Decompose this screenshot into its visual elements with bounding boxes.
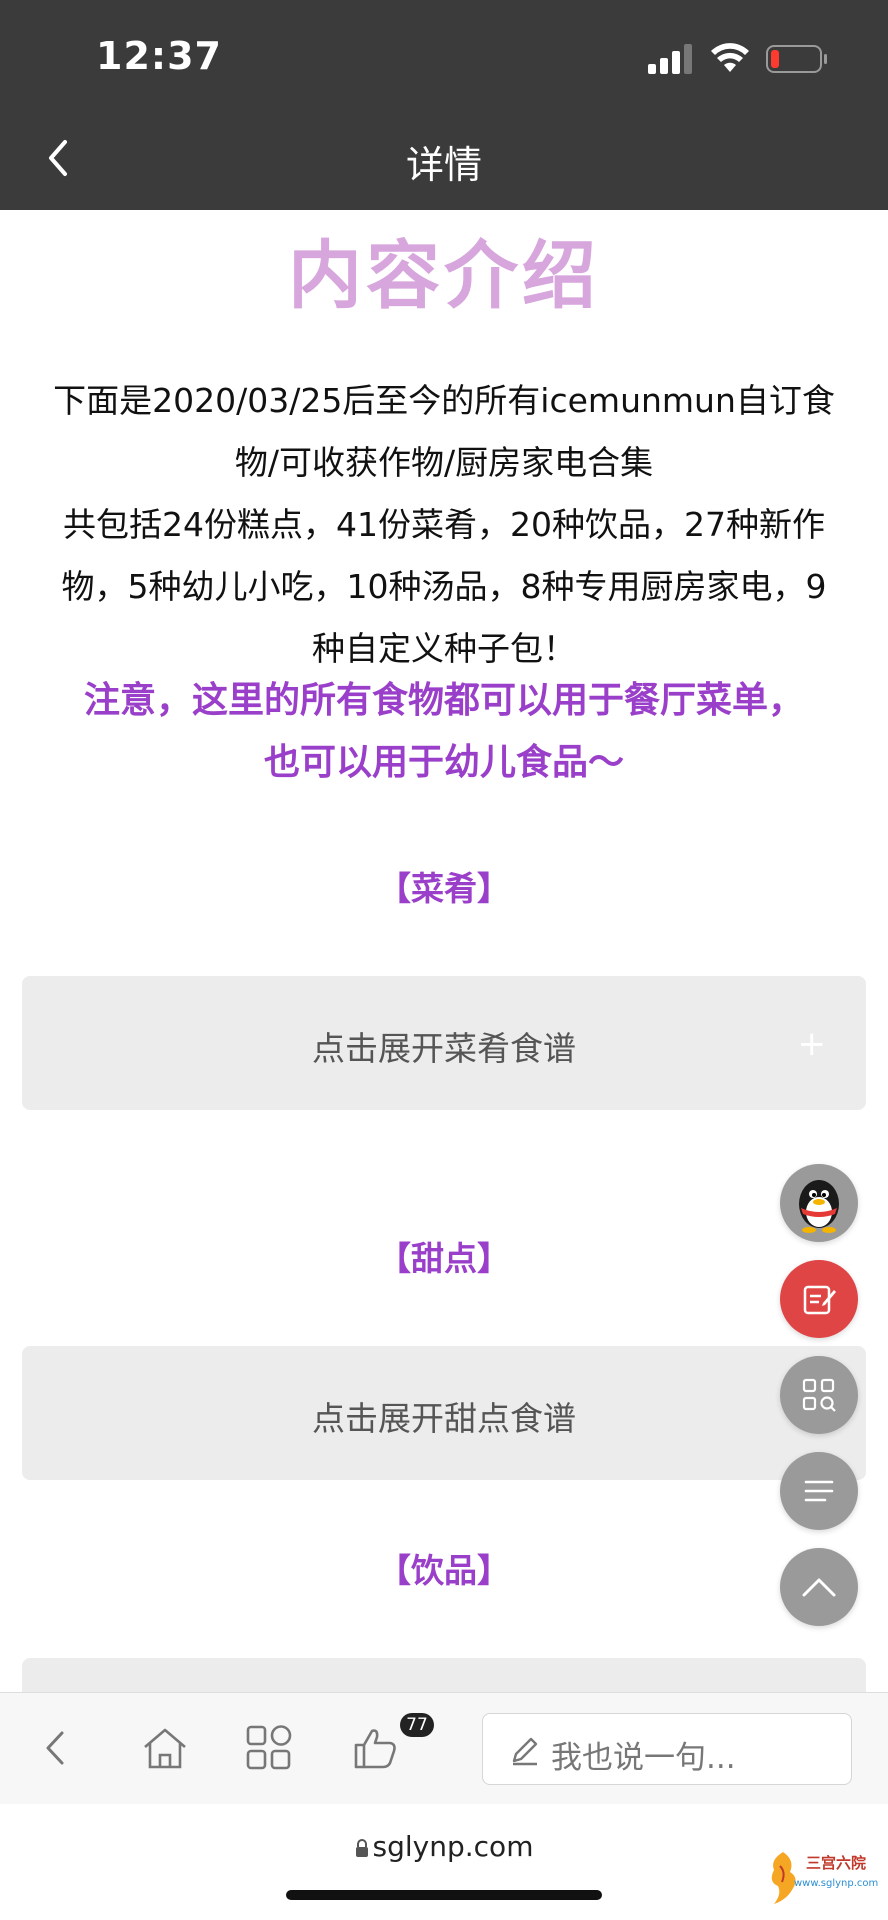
intro-title: 内容介绍 xyxy=(288,233,600,319)
expand-dishes-button[interactable]: 点击展开菜肴食谱 + xyxy=(22,976,866,1110)
section-heading-desserts: 【甜点】 xyxy=(378,1239,510,1278)
intro-line: 下面是2020/03/25后至今的所有icemunmun自订食 xyxy=(53,381,835,420)
comment-input[interactable]: 我也说一句... xyxy=(482,1713,852,1785)
grid-search-icon xyxy=(802,1378,836,1412)
thumbs-up-icon[interactable] xyxy=(352,1723,402,1773)
scroll-top-button[interactable] xyxy=(780,1548,858,1626)
pencil-icon xyxy=(512,1737,538,1766)
plus-icon: + xyxy=(797,1024,827,1064)
note-line: 也可以用于幼儿食品～ xyxy=(263,742,624,783)
wifi-icon xyxy=(711,43,749,72)
qq-penguin-icon xyxy=(799,1180,839,1233)
page-title: 详情 xyxy=(405,143,482,187)
intro-body: 下面是2020/03/25后至今的所有icemunmun自订食 物/可收获作物/… xyxy=(20,370,868,680)
expand-dishes-label: 点击展开菜肴食谱 xyxy=(312,1029,576,1068)
menu-lines-icon xyxy=(804,1480,834,1502)
intro-note: 注意，这里的所有食物都可以用于餐厅菜单， 也可以用于幼儿食品～ xyxy=(20,670,868,794)
intro-line: 共包括24份糕点，41份菜肴，20种饮品，27种新作 xyxy=(63,505,825,544)
like-count-badge: 77 xyxy=(400,1713,434,1737)
expand-drinks-button[interactable] xyxy=(22,1658,866,1692)
home-icon[interactable] xyxy=(140,1723,190,1773)
section-heading-drinks: 【饮品】 xyxy=(378,1551,510,1590)
intro-line: 物/可收获作物/厨房家电合集 xyxy=(234,443,654,482)
apps-grid-icon[interactable] xyxy=(244,1723,294,1773)
comment-placeholder: 我也说一句... xyxy=(551,1740,736,1776)
edit-note-icon xyxy=(803,1285,836,1315)
write-post-button[interactable] xyxy=(780,1260,858,1338)
expand-desserts-label: 点击展开甜点食谱 xyxy=(312,1399,576,1438)
home-indicator xyxy=(286,1890,602,1900)
article-content: 内容介绍 下面是2020/03/25后至今的所有icemunmun自订食 物/可… xyxy=(0,210,888,1692)
watermark-text: 三宫六院 xyxy=(806,1854,867,1872)
site-watermark: 三宫六院 www.sglynp.com xyxy=(760,1844,882,1914)
back-arrow-icon[interactable] xyxy=(32,1723,82,1773)
watermark-url: www.sglynp.com xyxy=(794,1878,879,1889)
expand-desserts-button[interactable]: 点击展开甜点食谱 + xyxy=(22,1346,866,1480)
qq-share-button[interactable] xyxy=(780,1164,858,1242)
navigation-bar: 详情 xyxy=(0,106,888,210)
bottom-toolbar: 77 我也说一句... xyxy=(0,1692,888,1804)
battery-icon xyxy=(766,45,827,73)
intro-line: 物，5种幼儿小吃，10种汤品，8种专用厨房家电，9 xyxy=(61,567,827,606)
note-line: 注意，这里的所有食物都可以用于餐厅菜单， xyxy=(83,680,804,721)
menu-button[interactable] xyxy=(780,1452,858,1530)
status-bar: 12:37 xyxy=(0,0,888,106)
url-display[interactable]: sglynp.com xyxy=(0,1830,888,1863)
browser-url-bar: sglynp.com 三宫六院 www.sglynp.com xyxy=(0,1804,888,1920)
cellular-signal-icon xyxy=(648,44,692,74)
lock-icon xyxy=(355,1839,368,1857)
url-domain: sglynp.com xyxy=(372,1830,534,1863)
chevron-up-icon xyxy=(802,1578,836,1597)
status-time: 12:37 xyxy=(96,34,222,78)
apps-search-button[interactable] xyxy=(780,1356,858,1434)
section-heading-dishes: 【菜肴】 xyxy=(378,869,510,908)
